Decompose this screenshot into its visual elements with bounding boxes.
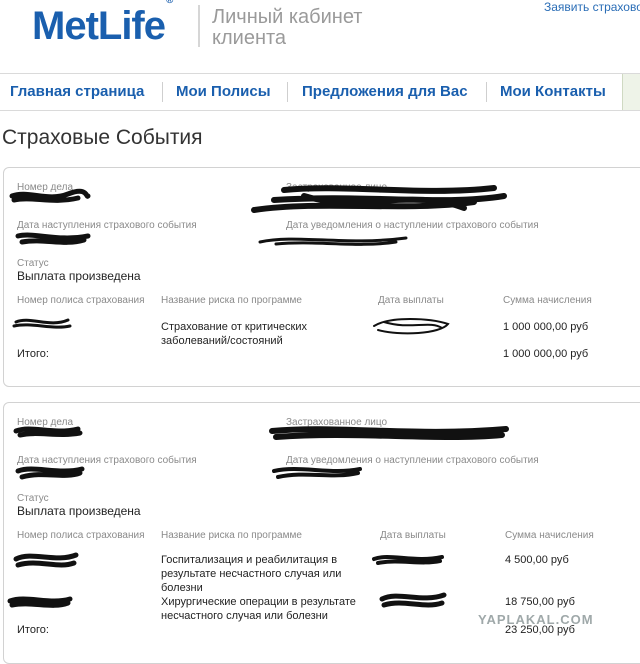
payment-date-header: Дата выплаты bbox=[378, 295, 444, 306]
nav-contacts[interactable]: Мои Контакты bbox=[500, 74, 606, 110]
redacted-case-number bbox=[9, 188, 91, 203]
nav-offers[interactable]: Предложения для Вас bbox=[302, 74, 468, 110]
policy-number-header: Номер полиса страхования bbox=[17, 530, 145, 541]
redacted-policy-number bbox=[7, 596, 73, 608]
risk-name-cell: Страхование от критических заболеваний/с… bbox=[161, 321, 307, 347]
redacted-policy-number bbox=[13, 552, 79, 568]
nav-extra-tab[interactable] bbox=[622, 74, 640, 110]
site-header: MetLife® Личный кабинет клиента Заявить … bbox=[0, 0, 640, 72]
payment-date-header: Дата выплаты bbox=[380, 530, 446, 541]
watermark: YAPLAKAL.COM bbox=[478, 612, 594, 627]
nav-home[interactable]: Главная страница bbox=[10, 74, 144, 110]
cabinet-title: Личный кабинет клиента bbox=[212, 6, 363, 49]
redacted-payment-date bbox=[373, 318, 450, 335]
redacted-policy-number bbox=[12, 318, 72, 329]
redacted-event-date bbox=[15, 466, 85, 480]
redacted-event-date bbox=[15, 232, 91, 245]
total-amount: 1 000 000,00 руб bbox=[503, 348, 589, 360]
nav-divider bbox=[486, 82, 487, 102]
risk-name-cell: Хирургические операции в результате несч… bbox=[161, 596, 356, 622]
amount-cell: 1 000 000,00 руб bbox=[503, 321, 589, 333]
total-label: Итого: bbox=[17, 348, 49, 360]
risk-name-header: Название риска по программе bbox=[161, 530, 302, 541]
status-value: Выплата произведена bbox=[17, 504, 141, 518]
policy-number-header: Номер полиса страхования bbox=[17, 295, 145, 306]
amount-header: Сумма начисления bbox=[505, 530, 594, 541]
status-label: Статус bbox=[17, 258, 49, 269]
amount-cell: 4 500,00 руб bbox=[505, 554, 569, 566]
amount-cell: 18 750,00 руб bbox=[505, 596, 575, 608]
total-label: Итого: bbox=[17, 624, 49, 636]
status-value: Выплата произведена bbox=[17, 269, 141, 283]
redacted-insured-person bbox=[269, 426, 509, 440]
main-nav: Главная страница Мои Полисы Предложения … bbox=[0, 73, 640, 111]
redacted-notice-date bbox=[272, 467, 362, 479]
redacted-notice-date bbox=[258, 236, 408, 246]
status-label: Статус bbox=[17, 493, 49, 504]
page-title: Страховые События bbox=[2, 126, 203, 149]
redacted-case-number bbox=[13, 426, 83, 438]
redacted-payment-date bbox=[372, 555, 444, 565]
redacted-insured-person bbox=[251, 185, 507, 213]
metlife-logo[interactable]: MetLife® bbox=[32, 0, 173, 49]
amount-header: Сумма начисления bbox=[503, 295, 592, 306]
claim-link[interactable]: Заявить страхово bbox=[544, 0, 640, 14]
header-divider bbox=[198, 5, 200, 47]
logo-mark: ® bbox=[166, 0, 173, 6]
risk-name-cell: Госпитализация и реабилитация в результа… bbox=[161, 554, 342, 594]
nav-divider bbox=[162, 82, 163, 102]
risk-name-header: Название риска по программе bbox=[161, 295, 302, 306]
redacted-payment-date bbox=[379, 592, 447, 608]
nav-policies[interactable]: Мои Полисы bbox=[176, 74, 271, 110]
logo-text: MetLife bbox=[32, 4, 166, 48]
nav-divider bbox=[287, 82, 288, 102]
insurance-event-card: Номер дела Застрахованное лицо Дата наст… bbox=[3, 167, 640, 387]
